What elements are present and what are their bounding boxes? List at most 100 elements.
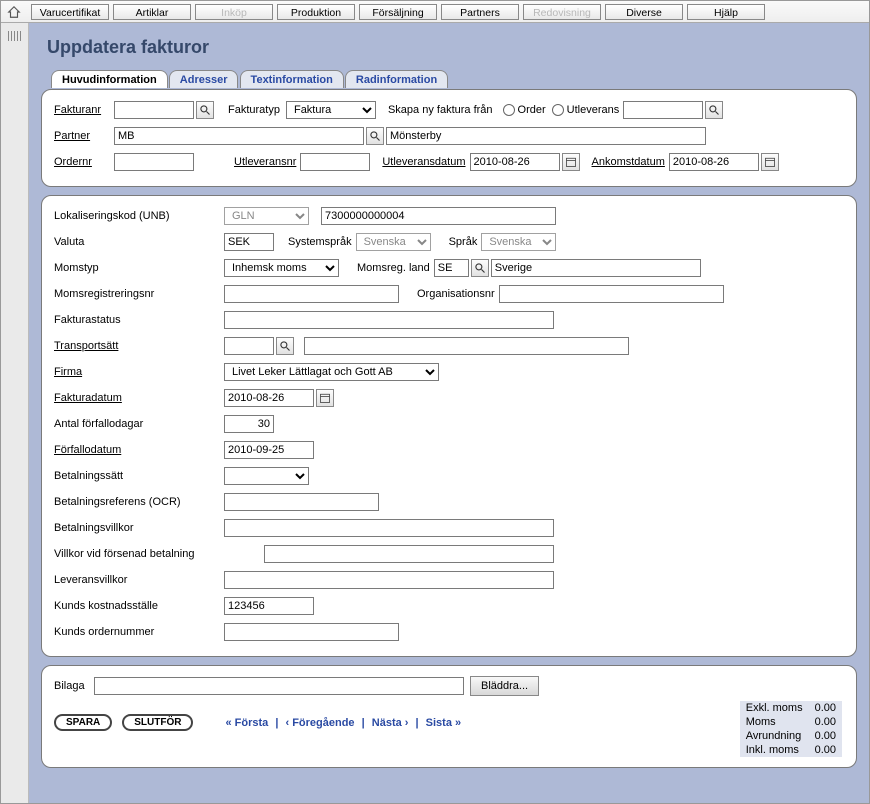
betalningsreferens-input[interactable] (224, 493, 379, 511)
valuta-label: Valuta (54, 236, 224, 248)
betalningsvillkor-input[interactable] (224, 519, 554, 537)
tab-radinformation[interactable]: Radinformation (345, 70, 448, 88)
fakturadatum-input[interactable] (224, 389, 314, 407)
tab-textinformation[interactable]: Textinformation (240, 70, 344, 88)
valuta-input (224, 233, 274, 251)
browse-button[interactable]: Bläddra... (470, 676, 539, 696)
fakturadatum-calendar-icon[interactable] (316, 389, 334, 407)
transportsatt-code-input[interactable] (224, 337, 274, 355)
home-icon[interactable] (7, 5, 21, 19)
partner-lookup-icon[interactable] (366, 127, 384, 145)
betalningsvillkor-label: Betalningsvillkor (54, 522, 224, 534)
fakturastatus-input (224, 311, 554, 329)
menu-artiklar[interactable]: Artiklar (113, 4, 191, 20)
momsreg-land-lookup-icon[interactable] (471, 259, 489, 277)
kunds-ordernr-input[interactable] (224, 623, 399, 641)
villkor-forsenad-input[interactable] (264, 545, 554, 563)
utleveransdatum-input[interactable] (470, 153, 560, 171)
app-window: Varucertifikat Artiklar Inköp Produktion… (0, 0, 870, 804)
page-last[interactable]: Sista » (426, 717, 461, 729)
antal-forfallodagar-input[interactable] (224, 415, 274, 433)
menu-forsaljning[interactable]: Försäljning (359, 4, 437, 20)
bilaga-label: Bilaga (54, 680, 94, 692)
paginator: « Första | ‹ Föregående | Nästa › | Sist… (223, 717, 463, 729)
forfallodatum-label: Förfallodatum (54, 444, 224, 456)
left-sidebar (1, 23, 29, 803)
totals-box: Exkl. moms0.00 Moms0.00 Avrundning0.00 I… (740, 701, 842, 757)
page-next[interactable]: Nästa › (372, 717, 409, 729)
fakturanr-input[interactable] (114, 101, 194, 119)
bilaga-input[interactable] (94, 677, 464, 695)
fakturatyp-select[interactable]: Faktura (286, 101, 376, 119)
fakturanr-lookup-icon[interactable] (196, 101, 214, 119)
partner-name-display (386, 127, 706, 145)
order-radio[interactable] (503, 104, 515, 116)
partner-code-input[interactable] (114, 127, 364, 145)
menu-partners[interactable]: Partners (441, 4, 519, 20)
fakturatyp-label: Fakturatyp (228, 104, 280, 116)
ordernr-label: Ordernr (54, 156, 114, 168)
menu-varucertifikat[interactable]: Varucertifikat (31, 4, 109, 20)
momstyp-label: Momstyp (54, 262, 224, 274)
menu-produktion[interactable]: Produktion (277, 4, 355, 20)
momsreg-land-name (491, 259, 701, 277)
footer-panel: Bilaga Bläddra... SPARA SLUTFÖR « Första… (41, 665, 857, 768)
finish-button[interactable]: SLUTFÖR (122, 714, 193, 731)
utleveransdatum-label: Utleveransdatum (382, 156, 465, 168)
save-button[interactable]: SPARA (54, 714, 112, 731)
utleverans-lookup-icon[interactable] (705, 101, 723, 119)
transportsatt-lookup-icon[interactable] (276, 337, 294, 355)
betalningssatt-label: Betalningssätt (54, 470, 224, 482)
ankomstdatum-calendar-icon[interactable] (761, 153, 779, 171)
momsregnr-label: Momsregistreringsnr (54, 288, 224, 300)
forfallodatum-input (224, 441, 314, 459)
utleverans-radio[interactable] (552, 104, 564, 116)
utleveransdatum-calendar-icon[interactable] (562, 153, 580, 171)
total-exkl-label: Exkl. moms (740, 701, 809, 715)
menu-inkop: Inköp (195, 4, 273, 20)
ankomstdatum-label: Ankomstdatum (592, 156, 665, 168)
total-inkl-value: 0.00 (809, 743, 842, 757)
partner-label: Partner (54, 130, 114, 142)
tab-strip: Huvudinformation Adresser Textinformatio… (41, 70, 857, 90)
menu-redovisning: Redovisning (523, 4, 601, 20)
lokaliseringskod-label: Lokaliseringskod (UNB) (54, 210, 224, 222)
page-prev[interactable]: ‹ Föregående (285, 717, 354, 729)
sprak-select: Svenska (481, 233, 556, 251)
antal-forfallodagar-label: Antal förfallodagar (54, 418, 224, 430)
header-panel: Fakturanr Fakturatyp Faktura Skapa ny fa… (41, 89, 857, 187)
grip-icon[interactable] (8, 31, 22, 41)
transportsatt-label: Transportsätt (54, 340, 224, 352)
leveransvillkor-label: Leveransvillkor (54, 574, 224, 586)
betalningssatt-select[interactable] (224, 467, 309, 485)
page-title: Uppdatera fakturor (47, 37, 857, 58)
momsreg-land-label: Momsreg. land (357, 262, 430, 274)
top-menu-bar: Varucertifikat Artiklar Inköp Produktion… (1, 1, 869, 23)
sprak-label: Språk (449, 236, 478, 248)
tab-adresser[interactable]: Adresser (169, 70, 239, 88)
lokaliseringskod-type-select: GLN (224, 207, 309, 225)
total-avrundning-value: 0.00 (809, 729, 842, 743)
ankomstdatum-input[interactable] (669, 153, 759, 171)
momsreg-land-code-input[interactable] (434, 259, 469, 277)
firma-select[interactable]: Livet Leker Lättlagat och Gott AB (224, 363, 439, 381)
momsregnr-input[interactable] (224, 285, 399, 303)
total-moms-value: 0.00 (809, 715, 842, 729)
tab-huvudinformation[interactable]: Huvudinformation (51, 70, 168, 88)
body-panel: Lokaliseringskod (UNB) GLN Valuta System… (41, 195, 857, 657)
order-label: Order (518, 104, 546, 116)
kunds-ordernr-label: Kunds ordernummer (54, 626, 224, 638)
workspace: Uppdatera fakturor Huvudinformation Adre… (29, 23, 869, 803)
transportsatt-name (304, 337, 629, 355)
momstyp-select[interactable]: Inhemsk moms (224, 259, 339, 277)
utleveransnr-label: Utleveransnr (234, 156, 296, 168)
page-first[interactable]: « Första (225, 717, 268, 729)
menu-diverse[interactable]: Diverse (605, 4, 683, 20)
menu-hjalp[interactable]: Hjälp (687, 4, 765, 20)
leveransvillkor-input[interactable] (224, 571, 554, 589)
fakturastatus-label: Fakturastatus (54, 314, 224, 326)
kostnadsstalle-label: Kunds kostnadsställe (54, 600, 224, 612)
lokaliseringskod-value (321, 207, 556, 225)
kostnadsstalle-input[interactable] (224, 597, 314, 615)
utleverans-ref-input[interactable] (623, 101, 703, 119)
